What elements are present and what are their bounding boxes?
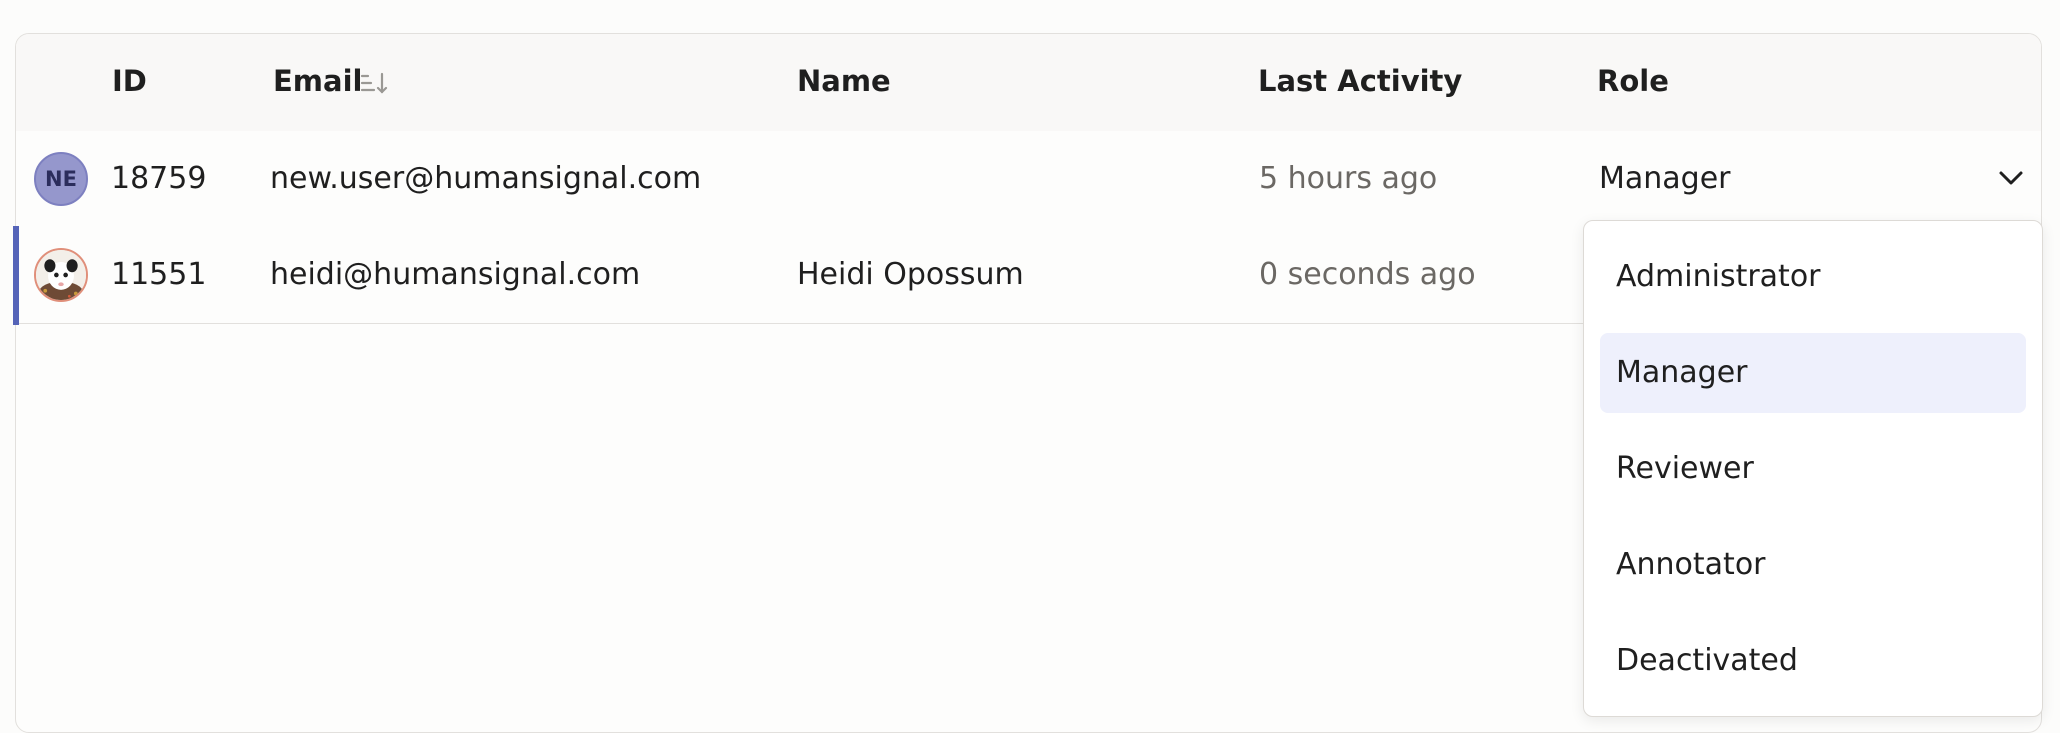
avatar	[34, 248, 88, 302]
avatar: NE	[34, 152, 88, 206]
column-header-role[interactable]: Role	[1597, 64, 1669, 98]
role-option-deactivated[interactable]: Deactivated	[1600, 621, 2026, 701]
user-id: 11551	[111, 257, 207, 292]
user-email: heidi@humansignal.com	[270, 257, 641, 292]
table-row[interactable]: NE 18759 new.user@humansignal.com 5 hour…	[16, 131, 2041, 228]
role-option-reviewer[interactable]: Reviewer	[1600, 429, 2026, 509]
role-option-administrator[interactable]: Administrator	[1600, 237, 2026, 317]
column-header-id[interactable]: ID	[112, 64, 147, 98]
user-name: Heidi Opossum	[797, 257, 1024, 292]
column-header-email[interactable]: Email	[273, 64, 362, 98]
chevron-down-icon[interactable]	[1996, 166, 2026, 190]
role-select-value[interactable]: Manager	[1599, 161, 1731, 196]
column-header-name[interactable]: Name	[797, 64, 891, 98]
role-option-manager[interactable]: Manager	[1600, 333, 2026, 413]
opossum-photo-icon	[36, 250, 86, 300]
user-id: 18759	[111, 161, 207, 196]
table-header: ID Email Name Last Activity Role	[16, 34, 2041, 132]
role-option-annotator[interactable]: Annotator	[1600, 525, 2026, 605]
column-header-last-activity[interactable]: Last Activity	[1258, 64, 1462, 98]
role-dropdown-menu: Administrator Manager Reviewer Annotator…	[1583, 220, 2043, 717]
user-last-activity: 0 seconds ago	[1259, 257, 1476, 292]
user-last-activity: 5 hours ago	[1259, 161, 1438, 196]
sort-descending-icon[interactable]	[360, 71, 390, 95]
user-email: new.user@humansignal.com	[270, 161, 702, 196]
